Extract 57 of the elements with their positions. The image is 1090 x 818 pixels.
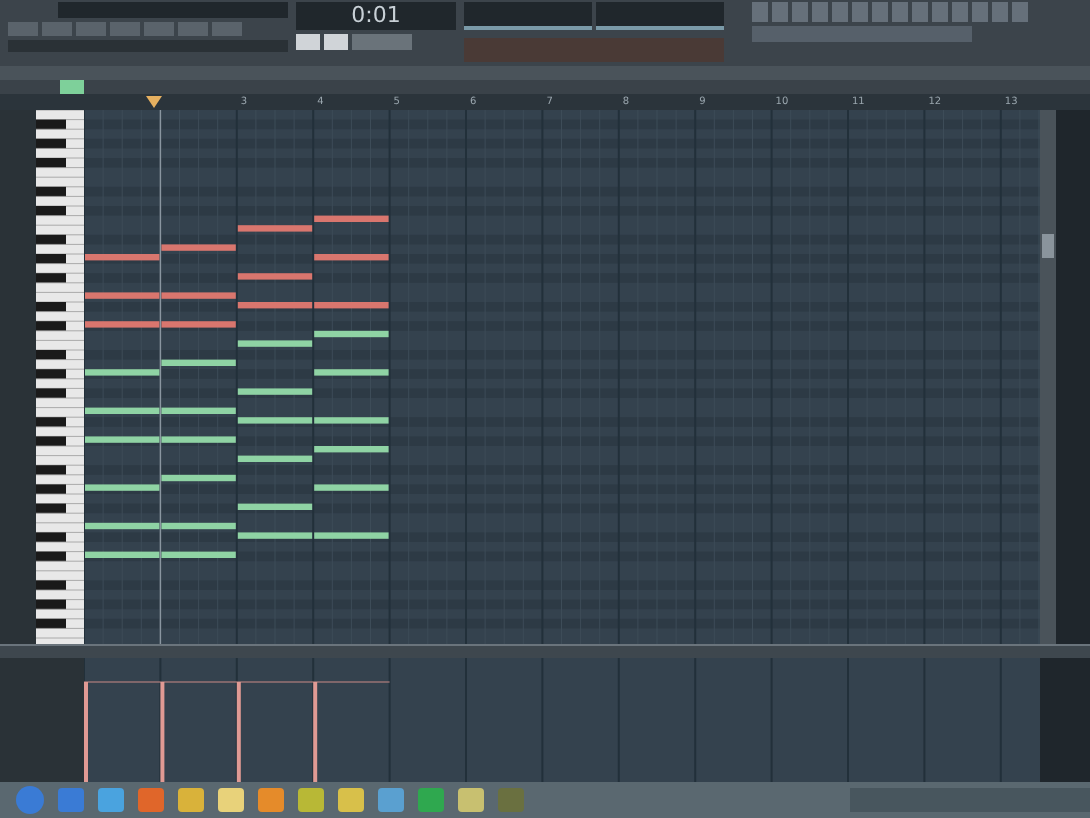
volume-meter bbox=[464, 2, 592, 30]
app-icon[interactable] bbox=[458, 788, 484, 812]
note-grid[interactable] bbox=[84, 110, 1040, 644]
start-button[interactable] bbox=[16, 786, 44, 814]
toolbar-button[interactable] bbox=[42, 22, 72, 36]
app-icon[interactable] bbox=[298, 788, 324, 812]
play-button[interactable] bbox=[296, 34, 320, 50]
note[interactable] bbox=[237, 302, 313, 309]
note[interactable] bbox=[237, 532, 313, 539]
app-icon[interactable] bbox=[258, 788, 284, 812]
note[interactable] bbox=[237, 388, 313, 395]
note[interactable] bbox=[237, 340, 313, 347]
toolbar-button[interactable] bbox=[212, 22, 242, 36]
app-icon[interactable] bbox=[138, 788, 164, 812]
note[interactable] bbox=[237, 273, 313, 280]
note[interactable] bbox=[314, 302, 389, 309]
toolbar-button[interactable] bbox=[144, 22, 174, 36]
tool-tab[interactable] bbox=[60, 80, 84, 94]
note[interactable] bbox=[85, 407, 160, 414]
note[interactable] bbox=[237, 455, 313, 462]
note[interactable] bbox=[314, 215, 389, 222]
note[interactable] bbox=[161, 359, 236, 366]
stop-button[interactable] bbox=[324, 34, 348, 50]
vertical-scrollbar[interactable] bbox=[1040, 110, 1056, 644]
app-icon[interactable] bbox=[218, 788, 244, 812]
note[interactable] bbox=[237, 503, 313, 510]
note[interactable] bbox=[161, 407, 236, 414]
toolbar-button[interactable] bbox=[8, 22, 38, 36]
app-icon[interactable] bbox=[98, 788, 124, 812]
pattern-button[interactable] bbox=[352, 34, 412, 50]
app-icon[interactable] bbox=[418, 788, 444, 812]
app-icon[interactable] bbox=[498, 788, 524, 812]
note[interactable] bbox=[161, 474, 236, 482]
toolbar-button[interactable] bbox=[110, 22, 140, 36]
velocity-bar[interactable] bbox=[313, 682, 318, 782]
note[interactable] bbox=[314, 254, 389, 261]
note[interactable] bbox=[85, 254, 160, 261]
app-icon[interactable] bbox=[58, 788, 84, 812]
note[interactable] bbox=[85, 551, 160, 558]
note[interactable] bbox=[85, 522, 160, 530]
app-icon[interactable] bbox=[338, 788, 364, 812]
cpu-meter bbox=[596, 2, 724, 30]
piano-keyboard-drawing[interactable] bbox=[36, 110, 84, 644]
note[interactable] bbox=[314, 446, 389, 453]
velocity-bar[interactable] bbox=[160, 682, 165, 782]
toolbar-button[interactable] bbox=[178, 22, 208, 36]
app-icon[interactable] bbox=[178, 788, 204, 812]
note[interactable] bbox=[161, 551, 236, 558]
velocity-bar[interactable] bbox=[236, 682, 241, 782]
note[interactable] bbox=[314, 330, 389, 338]
note[interactable] bbox=[161, 522, 236, 530]
app-icon[interactable] bbox=[378, 788, 404, 812]
toolbar-button[interactable] bbox=[76, 22, 106, 36]
side-panel bbox=[0, 658, 84, 782]
note[interactable] bbox=[237, 225, 313, 232]
note[interactable] bbox=[237, 417, 313, 424]
time-display: 0:01 bbox=[296, 2, 456, 30]
